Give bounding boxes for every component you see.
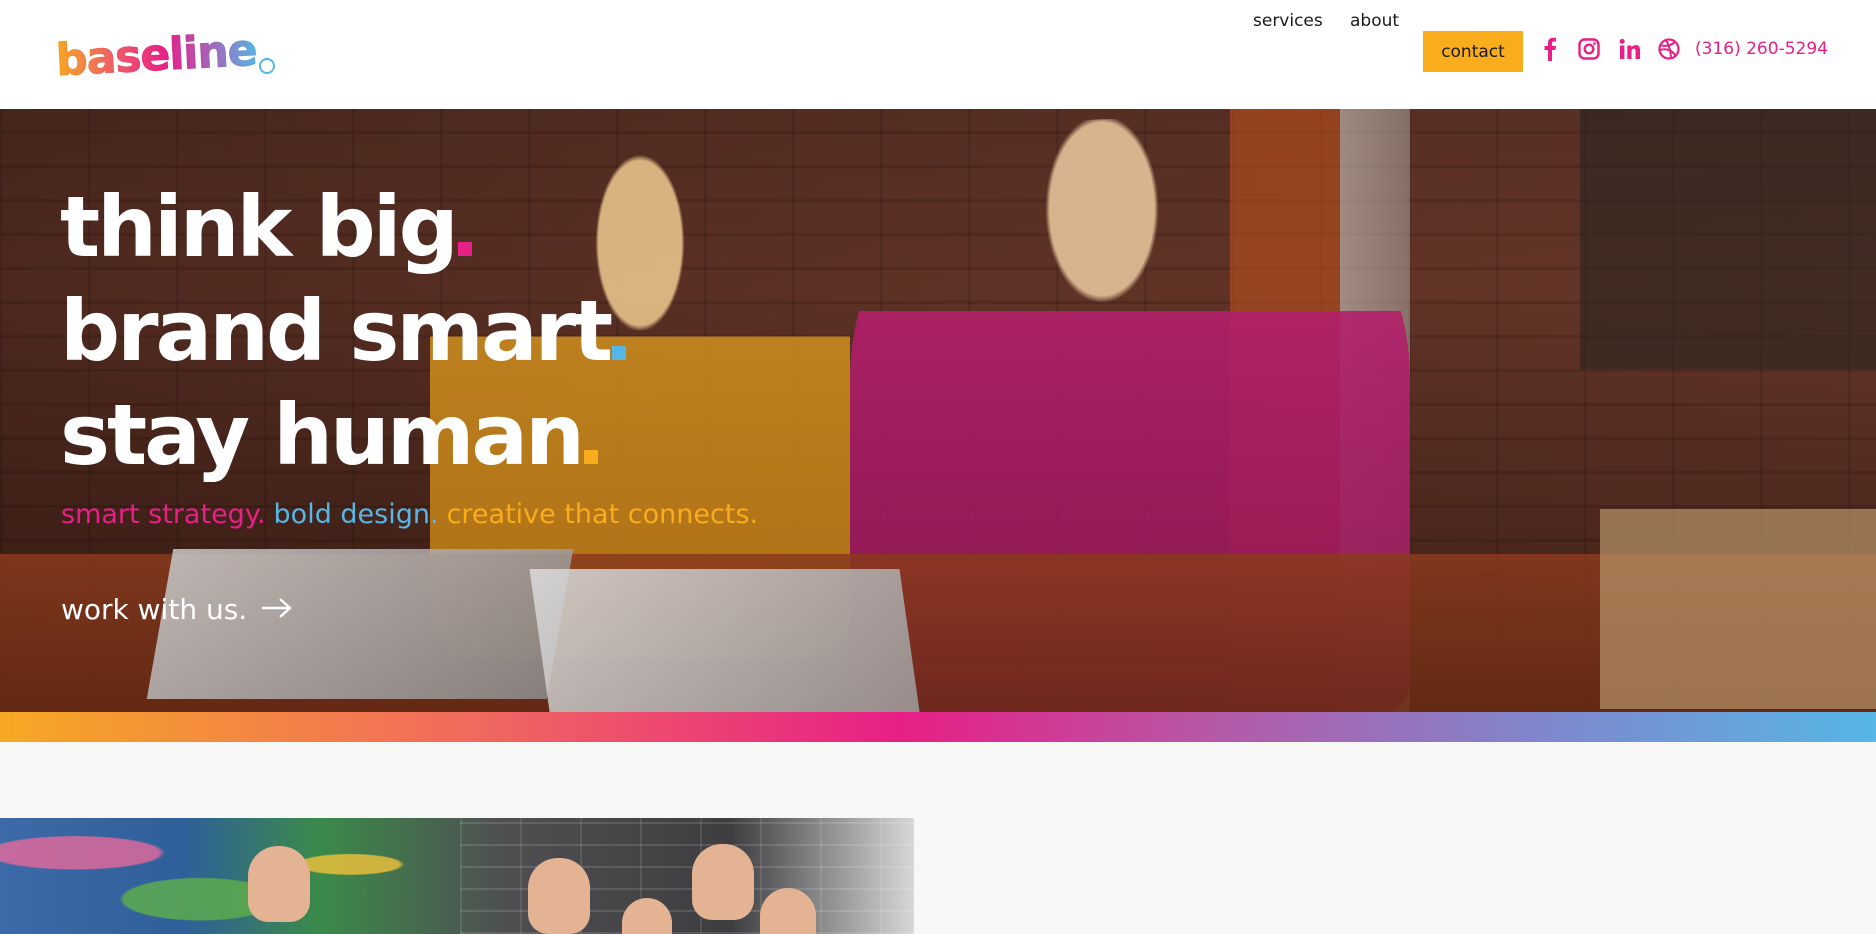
logo-wordmark: baseline bbox=[54, 24, 258, 86]
instagram-icon[interactable] bbox=[1576, 36, 1602, 62]
pink-dot bbox=[457, 242, 472, 256]
linkedin-icon[interactable] bbox=[1617, 36, 1643, 62]
headline-line-3: stay human bbox=[60, 383, 626, 487]
headline-text-1: think big bbox=[60, 178, 459, 276]
headline-text-3: stay human bbox=[60, 386, 585, 484]
arrow-right-icon bbox=[261, 597, 293, 623]
phone-link[interactable]: (316) 260-5294 bbox=[1695, 39, 1828, 59]
team-member bbox=[248, 846, 310, 922]
team-member bbox=[692, 844, 754, 920]
nav-about-link[interactable]: about bbox=[1350, 11, 1399, 31]
team-member bbox=[528, 858, 590, 934]
tagline-creative: creative that connects. bbox=[446, 499, 759, 530]
hero-banner: think big brand smart stay human smart s… bbox=[0, 109, 1876, 712]
headline-line-1: think big bbox=[60, 175, 626, 279]
scene-frames bbox=[1580, 109, 1876, 369]
headline-text-2: brand smart bbox=[60, 282, 613, 380]
hero-headline: think big brand smart stay human bbox=[60, 175, 627, 487]
site-header: baseline services about contact (316) 26… bbox=[0, 0, 1876, 109]
headline-line-2: brand smart bbox=[60, 279, 627, 383]
blue-dot bbox=[612, 346, 627, 360]
dribbble-icon[interactable] bbox=[1656, 36, 1682, 62]
work-with-us-link[interactable]: work with us. bbox=[61, 593, 293, 626]
nav-services-link[interactable]: services bbox=[1253, 11, 1323, 31]
scene-laptop-right bbox=[529, 569, 921, 712]
gradient-divider bbox=[0, 712, 1876, 742]
logo-badge bbox=[258, 58, 275, 74]
facebook-icon[interactable] bbox=[1537, 36, 1563, 62]
hero-tagline: smart strategy. bold design. creative that… bbox=[61, 499, 758, 530]
baseline-logo[interactable]: baseline bbox=[54, 24, 286, 86]
tagline-strategy: smart strategy. bbox=[61, 499, 266, 530]
scene-box bbox=[1600, 509, 1876, 709]
cta-label: work with us. bbox=[61, 593, 248, 626]
team-photo bbox=[0, 818, 914, 934]
contact-button[interactable]: contact bbox=[1423, 31, 1523, 72]
tagline-design: bold design. bbox=[273, 499, 439, 530]
yellow-dot bbox=[583, 450, 598, 464]
